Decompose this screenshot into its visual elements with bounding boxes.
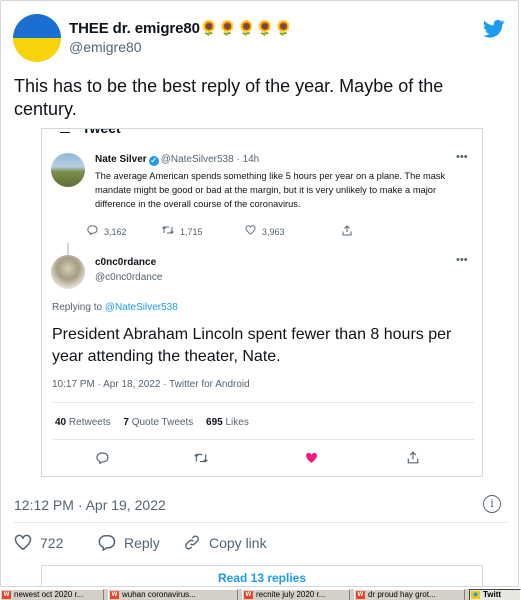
quoted-retweets: 1,715 — [180, 227, 203, 237]
retweets-stat: 40 Retweets — [55, 417, 111, 428]
word-icon: W — [356, 591, 365, 599]
author-name-text: THEE dr. emigre80 — [69, 20, 200, 37]
reply-text: President Abraham Lincoln spent fewer th… — [52, 326, 452, 365]
info-icon[interactable]: i — [483, 495, 501, 513]
tweet-timestamp[interactable]: 12:12 PM · Apr 19, 2022 — [14, 497, 166, 513]
quoted-author: Nate Silver ✓ @NateSilver538 · 14h — [95, 154, 259, 166]
verified-icon: ✓ — [148, 156, 159, 166]
quoted-reply: 3,162 — [87, 225, 127, 237]
replying-prefix: Replying to — [52, 302, 103, 313]
taskbar-item[interactable]: Wrecnite july 2020 r... — [242, 589, 350, 600]
twitter-bird-icon[interactable] — [483, 19, 505, 39]
share-icon — [342, 225, 352, 236]
replying-to: Replying to @NateSilver538 — [52, 302, 178, 313]
reply-button[interactable]: Reply — [98, 534, 160, 551]
read-replies-button[interactable]: Read 13 replies — [41, 565, 483, 586]
embedded-screenshot[interactable]: Tweet Nate Silver ✓ @NateSilver538 · 14h •… — [41, 128, 483, 477]
word-icon: W — [244, 591, 253, 599]
more-icon: ••• — [456, 254, 468, 266]
embedded-header: Tweet — [82, 128, 121, 136]
author-handle[interactable]: @emigre80 — [69, 39, 142, 55]
reply-icon — [87, 225, 98, 236]
reply-timestamp: 10:17 PM · Apr 18, 2022 · Twitter for An… — [52, 379, 250, 390]
divider — [52, 402, 474, 403]
taskbar-item[interactable]: Wwuhan coronavirus... — [108, 589, 238, 600]
heart-outline-icon — [14, 534, 32, 551]
quoted-actions: 3,162 1,715 3,963 — [87, 225, 425, 241]
reply-label: Reply — [124, 534, 160, 551]
quote-tweets-stat: 7 Quote Tweets — [123, 417, 194, 428]
copy-link-label: Copy link — [209, 534, 267, 551]
quoted-retweet: 1,715 — [162, 225, 203, 237]
taskbar-item-active[interactable]: ◆ Twitt — [469, 589, 521, 600]
reply-icon — [96, 451, 109, 469]
quoted-like: 3,963 — [245, 225, 285, 237]
sunflower-emojis: 🌻🌻🌻🌻🌻 — [199, 20, 293, 37]
tweet-text: This has to be the best reply of the yea… — [14, 76, 444, 119]
reply-name: c0nc0rdance — [95, 257, 157, 268]
likes-stat: 695 Likes — [206, 417, 249, 428]
author-name[interactable]: THEE dr. emigre80🌻🌻🌻🌻🌻 — [69, 19, 293, 37]
taskbar-item[interactable]: Wnewest oct 2020 r... — [0, 589, 104, 600]
reply-icon — [98, 534, 116, 551]
more-icon: ••• — [456, 151, 468, 163]
quoted-avatar — [51, 153, 85, 187]
quoted-share — [342, 225, 352, 238]
quoted-replies: 3,162 — [104, 227, 127, 237]
retweet-icon — [162, 226, 174, 234]
divider — [52, 439, 474, 440]
taskbar-item[interactable]: Wdr proud hay grot... — [354, 589, 465, 600]
reply-handle: @c0nc0rdance — [95, 272, 163, 283]
reply-stats: 40 Retweets 7 Quote Tweets 695 Likes — [55, 417, 259, 428]
share-icon — [407, 451, 419, 469]
tweet-card: THEE dr. emigre80🌻🌻🌻🌻🌻 @emigre80 This ha… — [0, 0, 519, 587]
heart-filled-icon — [305, 451, 318, 469]
retweet-icon — [194, 451, 208, 469]
avatar[interactable] — [13, 14, 61, 62]
word-icon: W — [2, 591, 11, 599]
like-button[interactable]: 722 — [14, 534, 63, 551]
divider — [14, 522, 508, 523]
heart-outline-icon — [245, 225, 256, 235]
word-icon: W — [110, 591, 119, 599]
link-icon — [185, 535, 199, 550]
replying-to-link: @NateSilver538 — [104, 302, 178, 313]
taskbar: Wnewest oct 2020 r... Wwuhan coronavirus… — [0, 588, 521, 600]
quoted-handle: @NateSilver538 · 14h — [160, 154, 260, 165]
back-arrow-icon — [60, 132, 70, 133]
reply-avatar — [51, 255, 85, 289]
quoted-name: Nate Silver — [95, 154, 147, 165]
like-count: 722 — [40, 534, 64, 551]
quoted-likes: 3,963 — [262, 227, 285, 237]
copy-link-button[interactable]: Copy link — [183, 534, 267, 551]
quoted-text: The average American spends something li… — [95, 171, 446, 209]
browser-icon: ◆ — [471, 591, 480, 599]
reply-actions — [42, 451, 482, 469]
